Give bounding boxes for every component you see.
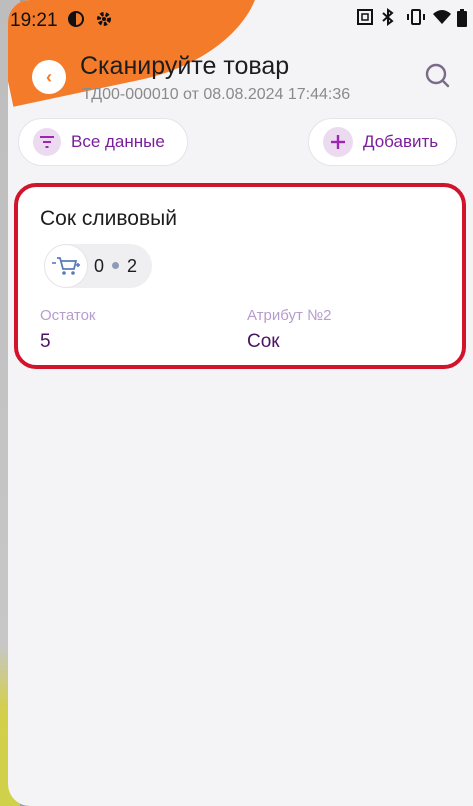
filter-icon	[33, 128, 61, 156]
app-screen: 19:21 ‹ Сканируйте товар ТД00-000010 от …	[8, 0, 473, 806]
quantity-badge: 02	[44, 244, 152, 288]
status-time: 19:21	[10, 10, 58, 31]
quantity-separator	[112, 261, 120, 269]
header: ‹ Сканируйте товар ТД00-000010 от 08.08.…	[8, 44, 473, 114]
all-data-label: Все данные	[71, 132, 165, 151]
nfc-icon	[356, 8, 374, 31]
search-icon	[425, 63, 450, 88]
field-value-remainder: 5	[40, 331, 51, 352]
bluetooth-icon	[381, 8, 395, 31]
cart-icon	[52, 257, 80, 275]
plus-icon	[323, 127, 353, 157]
back-button[interactable]: ‹	[32, 60, 66, 94]
quantity-text: 02	[94, 256, 137, 277]
status-bar: 19:21	[8, 0, 473, 40]
field-value-attribute-2: Сок	[247, 331, 280, 352]
battery-icon	[456, 8, 468, 33]
add-label: Добавить	[363, 132, 439, 151]
search-button[interactable]	[423, 61, 453, 91]
theme-icon	[66, 9, 86, 34]
add-button[interactable]: Добавить	[308, 118, 457, 166]
document-subtitle: ТД00-000010 от 08.08.2024 17:44:36	[82, 86, 351, 103]
quantity-scanned: 0	[94, 256, 105, 276]
quantity-total: 2	[127, 256, 138, 276]
product-card[interactable]: Сок сливовый 02 Остаток 5 Атрибут №2 Сок	[14, 183, 466, 369]
field-label-remainder: Остаток	[40, 307, 96, 324]
back-icon: ‹	[46, 66, 52, 87]
cart-button[interactable]	[44, 244, 88, 288]
all-data-filter-button[interactable]: Все данные	[18, 118, 188, 166]
product-name: Сок сливовый	[40, 207, 177, 230]
vibrate-icon	[406, 8, 426, 31]
field-label-attribute-2: Атрибут №2	[247, 307, 332, 324]
wifi-icon	[432, 8, 452, 31]
page-title: Сканируйте товар	[80, 52, 290, 80]
gear-icon	[94, 9, 114, 34]
